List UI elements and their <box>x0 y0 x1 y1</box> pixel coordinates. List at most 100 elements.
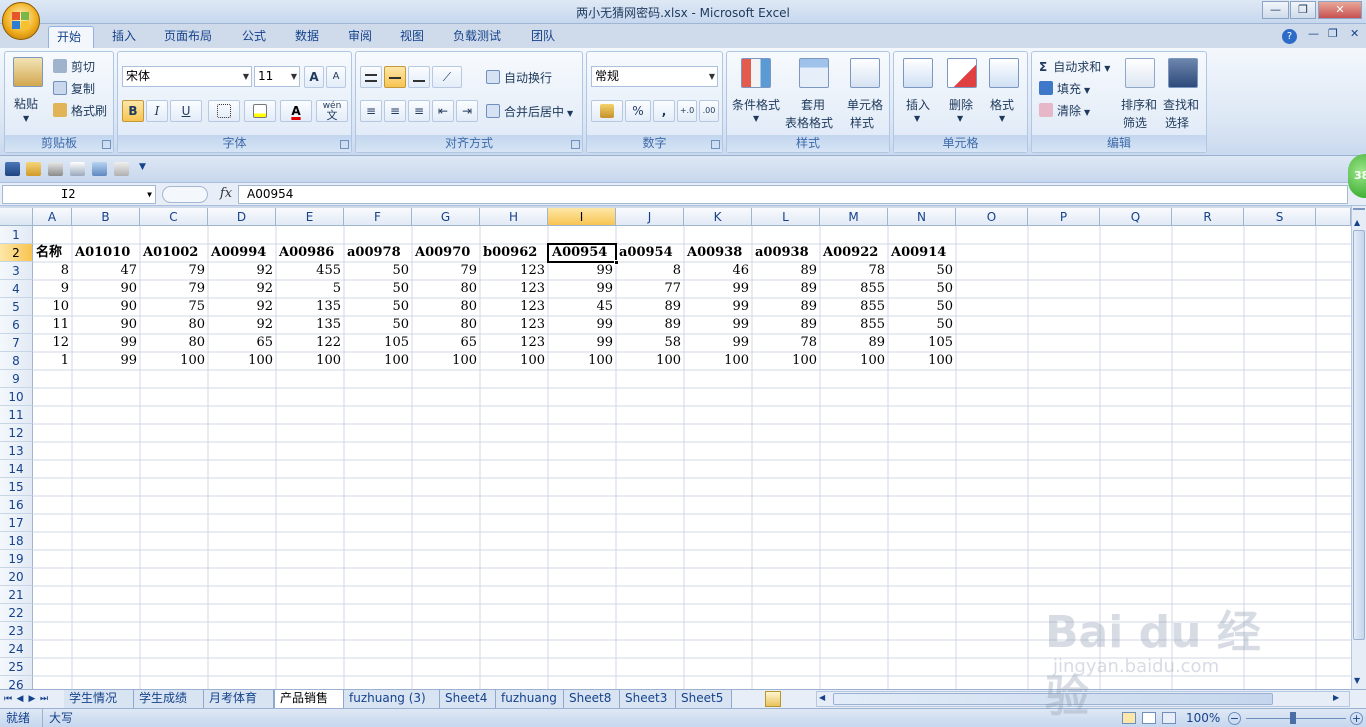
conditional-format-button[interactable]: 条件格式 <box>732 96 780 113</box>
ribbon-close-icon[interactable]: ✕ <box>1350 27 1359 40</box>
data-cell[interactable]: 80 <box>412 298 480 316</box>
insert-sheet-icon[interactable] <box>765 691 781 707</box>
row-header-20[interactable]: 20 <box>0 568 33 586</box>
borders-button[interactable] <box>208 100 240 122</box>
data-cell[interactable]: 50 <box>344 280 412 298</box>
header-cell-n[interactable]: A00914 <box>888 244 956 262</box>
sheet-tab[interactable]: fuzhuang (3) <box>344 690 440 708</box>
row-header-3[interactable]: 3 <box>0 262 33 280</box>
data-cell[interactable]: 100 <box>888 352 956 370</box>
tab-page-layout[interactable]: 页面布局 <box>156 26 220 48</box>
data-cell[interactable]: 105 <box>344 334 412 352</box>
data-cell[interactable]: 58 <box>616 334 684 352</box>
data-cell[interactable]: 99 <box>548 262 616 280</box>
column-header-b[interactable]: B <box>72 208 140 226</box>
formula-bar-expander[interactable] <box>162 186 208 203</box>
row-header-6[interactable]: 6 <box>0 316 33 334</box>
first-sheet-icon[interactable]: ⏮ <box>3 692 13 706</box>
data-cell[interactable]: 89 <box>752 316 820 334</box>
header-cell-c[interactable]: A01002 <box>140 244 208 262</box>
underline-button[interactable]: U <box>170 100 202 122</box>
minimize-button[interactable]: — <box>1262 1 1289 19</box>
data-cell[interactable]: 9 <box>33 280 72 298</box>
data-cell[interactable]: 65 <box>412 334 480 352</box>
cut-button[interactable]: 剪切 <box>53 58 95 75</box>
column-header-j[interactable]: J <box>616 208 684 226</box>
zoom-in-icon[interactable]: + <box>1350 712 1363 725</box>
conditional-format-icon[interactable] <box>741 58 771 88</box>
sheet-tab[interactable]: Sheet8 <box>564 690 620 708</box>
fill-color-button[interactable] <box>244 100 276 122</box>
data-cell[interactable]: 75 <box>140 298 208 316</box>
ribbon-restore-icon[interactable]: ❐ <box>1328 27 1338 40</box>
zoom-out-icon[interactable]: − <box>1228 712 1241 725</box>
tab-data[interactable]: 数据 <box>287 26 327 48</box>
column-header-s[interactable]: S <box>1244 208 1316 226</box>
column-header-q[interactable]: Q <box>1100 208 1172 226</box>
data-cell[interactable]: 90 <box>72 298 140 316</box>
print-preview-icon[interactable] <box>70 162 85 176</box>
row-header-1[interactable]: 1 <box>0 226 33 244</box>
align-bottom-button[interactable] <box>408 66 430 88</box>
autosum-button[interactable]: Σ 自动求和 ▼ <box>1039 58 1110 75</box>
data-cell[interactable]: 50 <box>888 298 956 316</box>
data-cell[interactable]: 11 <box>33 316 72 334</box>
sheet-tab[interactable]: Sheet5 <box>676 690 732 708</box>
orientation-button[interactable]: ⟋ <box>432 66 462 88</box>
row-header-15[interactable]: 15 <box>0 478 33 496</box>
merge-center-button[interactable]: 合并后居中 ▼ <box>486 103 573 120</box>
next-sheet-icon[interactable]: ▶ <box>27 692 37 706</box>
scroll-thumb[interactable] <box>1353 230 1365 640</box>
bold-button[interactable]: B <box>122 100 144 122</box>
tab-team[interactable]: 团队 <box>523 26 563 48</box>
data-cell[interactable]: 89 <box>752 298 820 316</box>
tab-formulas[interactable]: 公式 <box>234 26 274 48</box>
ribbon-minimize-icon[interactable]: — <box>1308 27 1319 40</box>
data-cell[interactable]: 50 <box>344 316 412 334</box>
data-cell[interactable]: 123 <box>480 298 548 316</box>
delete-cells-icon[interactable] <box>947 58 977 88</box>
font-color-button[interactable]: A <box>280 100 312 122</box>
data-cell[interactable]: 99 <box>684 334 752 352</box>
delete-cells-button[interactable]: 删除 <box>949 96 973 113</box>
data-cell[interactable]: 79 <box>412 262 480 280</box>
cell-styles-button[interactable]: 单元格 <box>847 96 883 113</box>
data-cell[interactable]: 855 <box>820 298 888 316</box>
header-cell-e[interactable]: A00986 <box>276 244 344 262</box>
column-header-l[interactable]: L <box>752 208 820 226</box>
data-cell[interactable]: 80 <box>140 334 208 352</box>
row-header-16[interactable]: 16 <box>0 496 33 514</box>
align-middle-button[interactable] <box>384 66 406 88</box>
data-cell[interactable]: 8 <box>616 262 684 280</box>
data-cell[interactable]: 100 <box>752 352 820 370</box>
paste-button[interactable]: 粘贴 <box>14 95 38 112</box>
print-icon[interactable] <box>48 162 63 176</box>
column-header-n[interactable]: N <box>888 208 956 226</box>
row-header-17[interactable]: 17 <box>0 514 33 532</box>
data-cell[interactable]: 89 <box>616 298 684 316</box>
decrease-decimal-button[interactable]: .00 <box>699 100 719 122</box>
row-header-13[interactable]: 13 <box>0 442 33 460</box>
find-select-label-2[interactable]: 选择 <box>1165 114 1189 131</box>
scroll-right-icon[interactable]: ▶ <box>1333 693 1339 702</box>
data-cell[interactable]: 100 <box>276 352 344 370</box>
row-header-14[interactable]: 14 <box>0 460 33 478</box>
column-header-i[interactable]: I <box>548 208 616 226</box>
data-cell[interactable]: 99 <box>684 316 752 334</box>
formula-input[interactable]: A00954 <box>238 185 1348 204</box>
sheet-tab[interactable]: 学生成绩 <box>134 690 204 708</box>
sheet-tab[interactable]: 产品销售 <box>274 690 344 708</box>
font-size-select[interactable]: 11 ▼ <box>254 66 300 87</box>
tab-load-test[interactable]: 负载测试 <box>445 26 509 48</box>
table-format-button[interactable]: 套用 <box>801 96 825 113</box>
column-header-a[interactable]: A <box>33 208 72 226</box>
zoom-slider-track[interactable] <box>1246 718 1346 719</box>
sheet-tab[interactable]: 月考体育 <box>204 690 274 708</box>
wrap-text-button[interactable]: 自动换行 <box>486 69 552 86</box>
number-format-select[interactable]: 常规 ▼ <box>591 66 718 87</box>
data-cell[interactable]: 100 <box>684 352 752 370</box>
tab-insert[interactable]: 插入 <box>104 26 144 48</box>
tab-review[interactable]: 审阅 <box>340 26 380 48</box>
row-header-8[interactable]: 8 <box>0 352 33 370</box>
data-cell[interactable]: 100 <box>412 352 480 370</box>
